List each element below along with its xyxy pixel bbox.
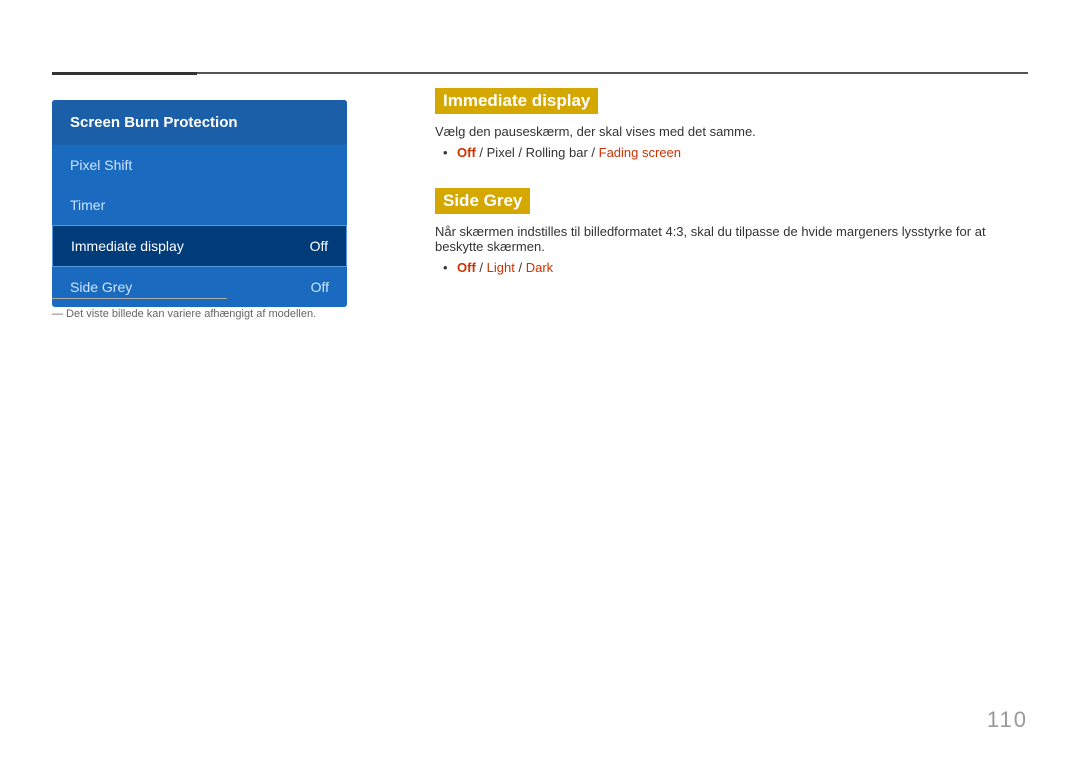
footnote-divider [52, 298, 227, 299]
menu-item-label: Side Grey [70, 279, 132, 295]
option-off: Off [457, 145, 476, 160]
option-fading-screen: Fading screen [599, 145, 681, 160]
option-separator2: / [518, 260, 525, 275]
side-grey-options: Off / Light / Dark [443, 260, 1028, 275]
menu-item-label: Pixel Shift [70, 157, 132, 173]
top-divider [52, 72, 1028, 74]
right-panel: Immediate display Vælg den pauseskærm, d… [435, 88, 1028, 303]
side-grey-title: Side Grey [435, 188, 530, 214]
immediate-display-option-item: Off / Pixel / Rolling bar / Fading scree… [443, 145, 1028, 160]
option-dark: Dark [526, 260, 553, 275]
side-grey-desc: Når skærmen indstilles til billedformate… [435, 224, 1028, 254]
menu-item-pixel-shift[interactable]: Pixel Shift [52, 145, 347, 185]
option-separator: / [479, 260, 486, 275]
menu-item-side-grey[interactable]: Side Grey Off [52, 267, 347, 307]
left-panel: Screen Burn Protection Pixel Shift Timer… [52, 100, 347, 307]
option-off: Off [457, 260, 476, 275]
page-number: 110 [987, 707, 1028, 733]
footnote-text: ― Det viste billede kan variere afhængig… [52, 308, 316, 320]
immediate-display-desc: Vælg den pauseskærm, der skal vises med … [435, 124, 1028, 139]
panel-title: Screen Burn Protection [52, 100, 347, 145]
side-grey-section: Side Grey Når skærmen indstilles til bil… [435, 188, 1028, 275]
immediate-display-options: Off / Pixel / Rolling bar / Fading scree… [443, 145, 1028, 160]
option-light: Light [487, 260, 515, 275]
option-separator: / Pixel / Rolling bar / [479, 145, 598, 160]
menu-item-label: Timer [70, 197, 105, 213]
immediate-display-section: Immediate display Vælg den pauseskærm, d… [435, 88, 1028, 160]
menu-item-value: Off [310, 238, 328, 254]
side-grey-option-item: Off / Light / Dark [443, 260, 1028, 275]
menu-item-value: Off [311, 279, 329, 295]
menu-item-label: Immediate display [71, 238, 184, 254]
menu-item-immediate-display[interactable]: Immediate display Off [52, 225, 347, 267]
immediate-display-title: Immediate display [435, 88, 598, 114]
top-divider-accent [52, 72, 197, 75]
menu-item-timer[interactable]: Timer [52, 185, 347, 225]
